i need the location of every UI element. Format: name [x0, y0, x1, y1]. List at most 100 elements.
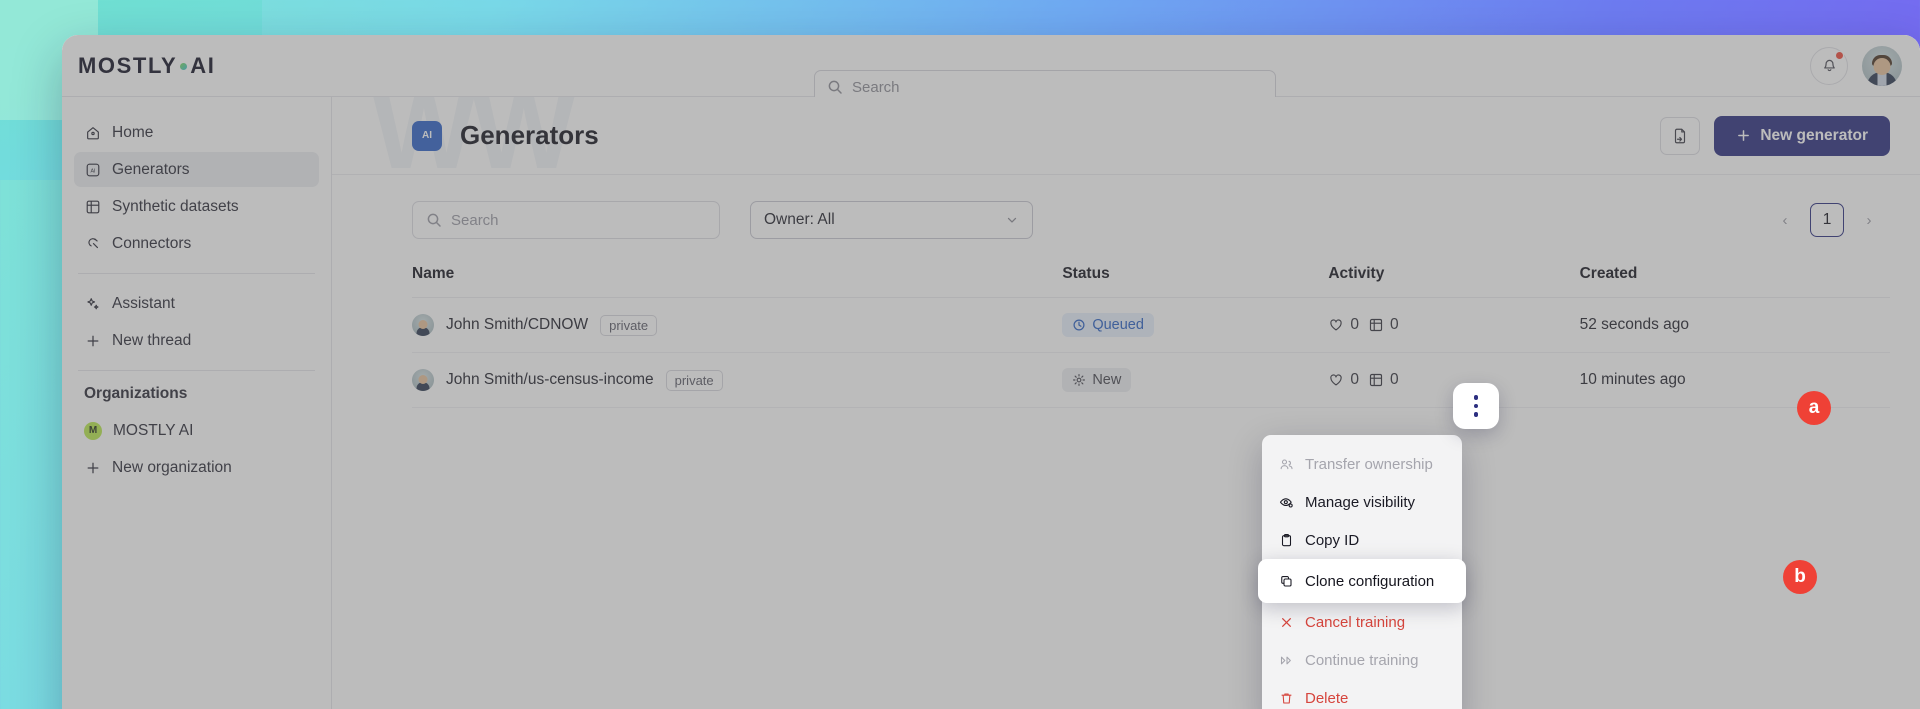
- users-icon: [1278, 456, 1294, 472]
- sidebar-item-label: Synthetic datasets: [112, 197, 239, 215]
- ai-box-icon: AI: [84, 161, 101, 178]
- likes-count: 0: [1350, 316, 1359, 333]
- chevron-down-icon: [1005, 213, 1019, 227]
- x-icon: [1278, 614, 1294, 630]
- menu-item-label: Continue training: [1305, 651, 1419, 669]
- menu-item-label: Copy ID: [1305, 531, 1360, 549]
- table-grid-icon: [1368, 317, 1384, 333]
- menu-item-copy-id[interactable]: Copy ID: [1262, 521, 1462, 559]
- created-time: 52 seconds ago: [1579, 297, 1890, 353]
- sidebar-item-assistant[interactable]: Assistant: [74, 286, 319, 321]
- brand-name-ai: AI: [190, 52, 216, 78]
- owner-filter-select[interactable]: Owner: All: [750, 201, 1033, 239]
- page-header: WW AI Generators New generator: [332, 97, 1920, 192]
- top-bar-actions: [1810, 45, 1902, 86]
- menu-item-continue-training: Continue training: [1262, 641, 1462, 679]
- generators-page-icon: AI: [412, 120, 442, 151]
- sidebar-item-new-organization[interactable]: New organization: [74, 450, 319, 485]
- menu-item-manage-visibility[interactable]: Manage visibility: [1262, 483, 1462, 521]
- app-window: MOSTLY AI Search Home AI Generators Synt…: [62, 35, 1920, 709]
- table-grid-icon: [1368, 372, 1384, 388]
- clipboard-icon: [1278, 532, 1294, 548]
- sidebar-item-label: Generators: [112, 160, 190, 178]
- row-context-menu: Transfer ownership Manage visibility Cop…: [1258, 435, 1466, 709]
- menu-item-clone-configuration[interactable]: Clone configuration: [1258, 559, 1466, 603]
- new-generator-label: New generator: [1760, 126, 1868, 144]
- new-generator-button[interactable]: New generator: [1714, 115, 1890, 156]
- status-badge: New: [1062, 368, 1132, 392]
- avatar: [412, 369, 434, 391]
- top-bar: MOSTLY AI Search: [62, 35, 1920, 104]
- sidebar-item-home[interactable]: Home: [74, 115, 319, 150]
- created-time: 10 minutes ago: [1579, 352, 1890, 408]
- menu-item-label: Manage visibility: [1305, 493, 1416, 511]
- pagination: ‹ 1 ›: [1770, 203, 1890, 237]
- fast-forward-icon: [1278, 652, 1294, 668]
- generator-name: John Smith/us-census-income: [446, 371, 654, 388]
- sidebar-item-org-mostly-ai[interactable]: M MOSTLY AI: [74, 413, 319, 448]
- copy-icon: [1278, 573, 1294, 589]
- annotation-badge-a: a: [1797, 391, 1831, 425]
- eye-icon: [1278, 494, 1294, 510]
- import-generator-button[interactable]: [1660, 116, 1701, 155]
- sidebar-item-label: New organization: [112, 458, 232, 476]
- svg-text:AI: AI: [90, 168, 95, 174]
- org-avatar: M: [84, 421, 102, 440]
- annotation-badge-b: b: [1783, 560, 1817, 594]
- column-header-created[interactable]: Created: [1579, 265, 1890, 298]
- home-icon: [84, 124, 101, 141]
- page-header-actions: New generator: [1660, 115, 1890, 156]
- sidebar-item-generators[interactable]: AI Generators: [74, 152, 319, 187]
- file-import-icon: [1671, 127, 1689, 145]
- datasets-count: 0: [1389, 371, 1399, 388]
- generators-table: Name Status Activity Created John Smith/…: [412, 265, 1890, 408]
- column-header-status[interactable]: Status: [1062, 265, 1329, 298]
- plug-icon: [84, 235, 101, 252]
- menu-item-label: Delete: [1305, 689, 1349, 707]
- column-header-activity[interactable]: Activity: [1328, 265, 1580, 298]
- sidebar: Home AI Generators Synthetic datasets Co…: [62, 97, 332, 709]
- sidebar-divider-2: [78, 370, 315, 371]
- visibility-badge: private: [600, 314, 658, 336]
- sidebar-item-new-thread[interactable]: New thread: [74, 323, 319, 358]
- page-title: Generators: [460, 120, 599, 150]
- search-icon: [426, 212, 442, 228]
- pagination-current-page[interactable]: 1: [1810, 203, 1844, 237]
- owner-filter-label: Owner: All: [764, 211, 835, 228]
- avatar[interactable]: [1862, 45, 1902, 86]
- sidebar-item-connectors[interactable]: Connectors: [74, 226, 319, 261]
- plus-icon: [84, 332, 101, 349]
- brand-logo[interactable]: MOSTLY AI: [62, 53, 332, 79]
- table-row[interactable]: John Smith/us-census-income private New …: [412, 352, 1890, 408]
- sidebar-divider-1: [78, 273, 315, 274]
- main-content: WW AI Generators New generator Search Ow…: [332, 97, 1920, 709]
- kebab-dot-icon: [1473, 412, 1479, 417]
- generator-name: John Smith/CDNOW: [446, 316, 589, 333]
- notification-indicator-dot: [1835, 50, 1844, 60]
- generators-search-placeholder: Search: [451, 211, 499, 229]
- column-header-name[interactable]: Name: [412, 265, 1063, 298]
- brand-dot-icon: [180, 63, 188, 70]
- sidebar-item-synthetic-datasets[interactable]: Synthetic datasets: [74, 189, 319, 224]
- table-row[interactable]: John Smith/CDNOW private Queued 0 0 52 s…: [412, 297, 1890, 353]
- generators-search-input[interactable]: Search: [412, 201, 720, 239]
- avatar: [412, 314, 434, 336]
- search-icon: [827, 79, 843, 95]
- trash-icon: [1278, 690, 1294, 706]
- notifications-button[interactable]: [1810, 46, 1848, 85]
- sparkle-icon: [84, 295, 101, 312]
- menu-item-delete[interactable]: Delete: [1262, 679, 1462, 709]
- pagination-next-button[interactable]: ›: [1854, 205, 1884, 235]
- menu-item-label: Cancel training: [1305, 613, 1406, 631]
- sidebar-section-organizations: Organizations: [84, 385, 188, 402]
- pagination-prev-button[interactable]: ‹: [1770, 205, 1800, 235]
- plus-icon: [84, 459, 101, 476]
- table-header-row: Name Status Activity Created: [412, 265, 1890, 298]
- sidebar-item-label: Assistant: [112, 294, 175, 312]
- menu-item-label: Clone configuration: [1305, 572, 1435, 590]
- menu-item-cancel-training[interactable]: Cancel training: [1262, 603, 1462, 641]
- table-grid-icon: [84, 198, 101, 215]
- kebab-dot-icon: [1473, 395, 1479, 400]
- row-actions-menu-button[interactable]: [1453, 383, 1499, 429]
- list-toolbar: Search Owner: All ‹ 1 ›: [332, 175, 1920, 239]
